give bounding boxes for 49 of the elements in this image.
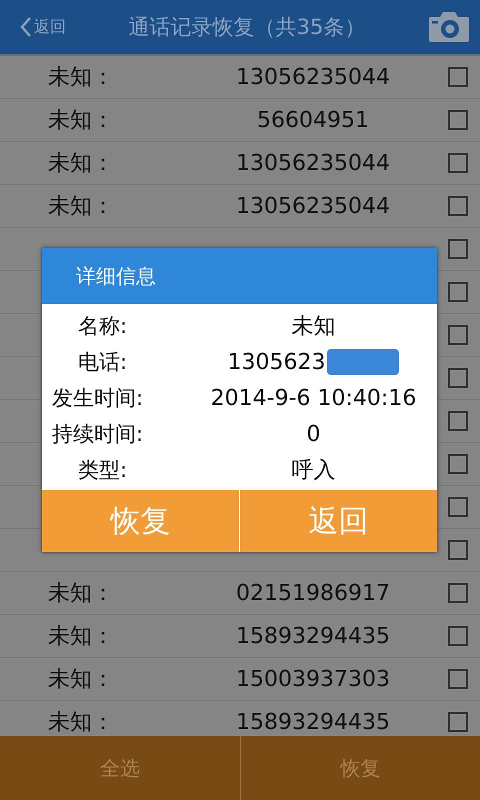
contact-name: 未知： [48, 64, 115, 92]
screen-title: 通话记录恢复（共35条） [128, 14, 366, 41]
checkbox[interactable] [448, 497, 468, 517]
back-chevron-icon [20, 16, 32, 38]
phone-number: 13056235044 [235, 194, 391, 218]
phone-number: 56604951 [256, 108, 370, 132]
field-value: 呼入 [292, 457, 336, 485]
phone-number: 15893294435 [235, 624, 391, 648]
checkbox[interactable] [448, 669, 468, 689]
dialog-button[interactable]: 恢复 [42, 490, 239, 552]
contact-name: 未知： [48, 107, 115, 135]
field-label: 持续时间: [51, 421, 144, 448]
checkbox[interactable] [448, 411, 468, 431]
checkbox[interactable] [448, 325, 468, 345]
phone-number: 15893294435 [235, 710, 391, 734]
checkbox[interactable] [448, 196, 468, 216]
checkbox[interactable] [448, 239, 468, 259]
contact-name: 未知： [48, 150, 115, 178]
field-label: 发生时间: [51, 385, 144, 412]
checkbox[interactable] [448, 153, 468, 173]
contact-name: 未知： [48, 193, 115, 221]
checkbox[interactable] [448, 626, 468, 646]
contact-name: 未知： [48, 623, 115, 651]
contact-name: 未知： [48, 709, 115, 736]
dialog-title: 详细信息 [76, 262, 156, 290]
field-label: 电话: [77, 349, 128, 376]
phone-number: 13056235044 [235, 150, 391, 176]
phone-number: 15003937303 [235, 666, 391, 692]
back-button[interactable]: 返回 [20, 16, 66, 38]
phone-number: 02151986917 [235, 580, 391, 606]
field-label: 类型: [77, 457, 128, 484]
checkbox[interactable] [448, 368, 468, 388]
field-label: 名称: [77, 313, 128, 340]
checkbox[interactable] [448, 540, 468, 560]
field-value: 未知 [292, 313, 336, 341]
dialog-button[interactable]: 返回 [239, 490, 437, 552]
field-value: 0 [306, 422, 320, 446]
checkbox[interactable] [448, 110, 468, 130]
checkbox[interactable] [448, 282, 468, 302]
checkbox[interactable] [448, 583, 468, 603]
phone-number: 13056235044 [235, 64, 391, 90]
checkbox[interactable] [448, 67, 468, 87]
checkbox[interactable] [448, 454, 468, 474]
camera-icon[interactable] [428, 11, 470, 43]
contact-name: 未知： [48, 666, 115, 694]
checkbox[interactable] [448, 712, 468, 732]
field-value: 2014-9-6 10:40:16 [210, 386, 416, 410]
contact-name: 未知： [48, 580, 115, 608]
field-value: 1305623 [228, 350, 326, 374]
